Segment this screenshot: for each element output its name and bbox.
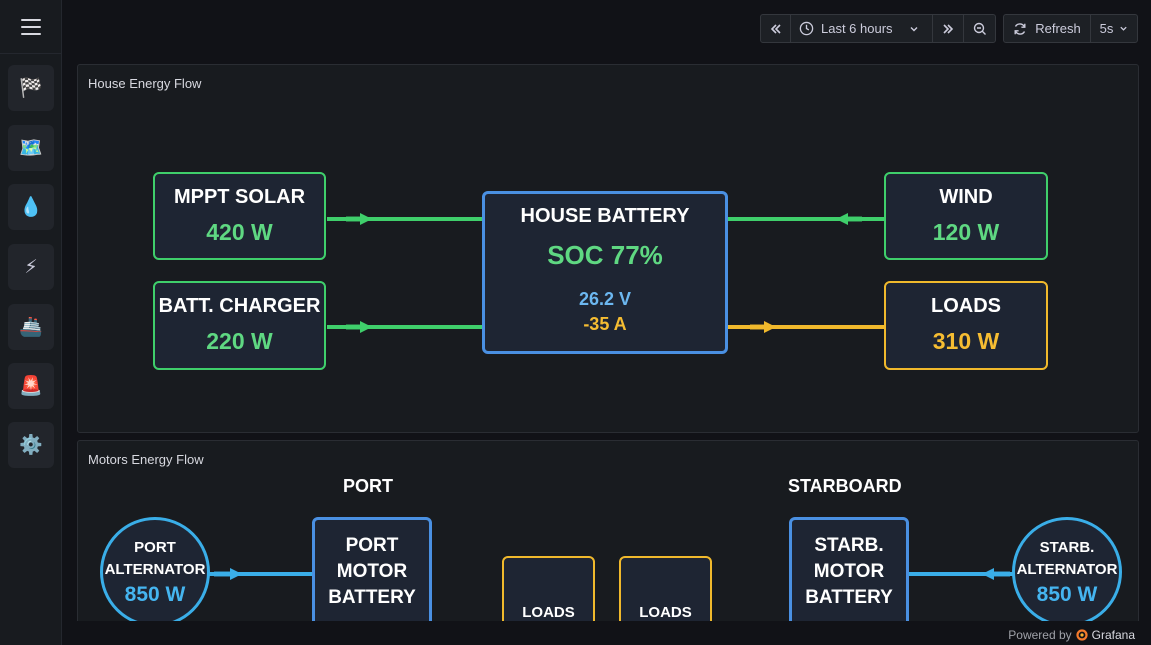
grafana-logo-icon [1076,629,1088,641]
starboard-section-label: STARBOARD [788,476,902,496]
node-label: ALTERNATOR [1016,561,1118,578]
starb-motor-battery-node: STARB. MOTOR BATTERY [789,517,909,629]
port-alternator-node: PORT ALTERNATOR 850 W [100,517,210,627]
battery-current: -35 A [583,314,627,334]
sidebar-item-race[interactable]: 🏁 [8,65,54,111]
arrow-right-icon [346,321,372,333]
refresh-label: Refresh [1035,21,1081,36]
alarm-light-icon: 🚨 [19,376,43,397]
powered-by-label: Powered by [1008,628,1072,642]
node-label: HOUSE BATTERY [520,205,690,227]
node-value: 850 W [124,583,186,606]
starb-alternator-node: STARB. ALTERNATOR 850 W [1012,517,1122,627]
time-picker-group: Last 6 hours [760,14,996,43]
starb-loads-node: LOADS [619,556,712,629]
arrow-right-icon [214,568,242,580]
wind-node: WIND 120 W [884,172,1048,260]
sidebar-item-map[interactable]: 🗺️ [8,125,54,171]
menu-toggle-button[interactable] [0,0,62,54]
battery-voltage: 26.2 V [578,289,632,309]
chevron-down-icon [1120,26,1128,31]
port-loads-node: LOADS [502,556,595,629]
time-range-label: Last 6 hours [821,21,893,36]
time-range-picker[interactable]: Last 6 hours [791,15,933,42]
app-root: 🏁 🗺️ 💧 ⚡ 🚢 🚨 ⚙️ Last 6 hours Refresh 5s [0,0,1151,645]
node-label: LOADS [931,295,1001,317]
sidebar-item-energy[interactable]: ⚡ [8,244,54,290]
node-label: WIND [939,186,993,208]
sidebar-item-settings[interactable]: ⚙️ [8,422,54,468]
grafana-brand-label: Grafana [1091,628,1135,642]
refresh-interval-label: 5s [1099,21,1114,36]
time-shift-forward-button[interactable] [933,15,964,42]
node-label: BATTERY [328,587,416,608]
node-label: MOTOR [336,561,408,582]
refresh-icon [1014,22,1026,35]
sidebar-item-boat[interactable]: 🚢 [8,304,54,350]
node-value: 120 W [932,219,1000,245]
clock-icon [799,21,814,36]
node-label: MOTOR [813,561,885,582]
double-chevron-right-icon [943,23,954,34]
node-label: ALTERNATOR [104,561,206,578]
lightning-icon: ⚡ [24,256,38,278]
batt-charger-node: BATT. CHARGER 220 W [153,281,326,370]
chevron-down-icon [910,26,918,31]
refresh-interval-picker[interactable]: 5s [1091,15,1137,42]
arrow-right-icon [346,213,372,225]
zoom-out-button[interactable] [964,15,995,42]
time-shift-back-button[interactable] [761,15,791,42]
footer-bar [62,621,1151,645]
arrow-left-icon [836,213,862,225]
node-label: PORT [134,539,176,556]
node-label: BATTERY [805,587,893,608]
powered-by-footer[interactable]: Powered by Grafana [1008,628,1135,642]
zoom-out-icon [973,22,986,35]
panel-title: House Energy Flow [88,76,202,91]
panel-title: Motors Energy Flow [88,452,204,467]
battery-soc: SOC 77% [547,240,663,270]
arrow-right-icon [750,321,776,333]
house-energy-flow-panel: House Energy Flow MPPT SOLAR 420 W BATT.… [77,64,1139,433]
port-motor-battery-node: PORT MOTOR BATTERY [312,517,432,629]
node-value: 420 W [206,219,273,245]
loads-node: LOADS 310 W [884,281,1048,370]
wind-flow-line [726,217,886,221]
ship-icon: 🚢 [19,317,43,338]
port-section-label: PORT [343,476,394,496]
node-label: STARB. [814,535,884,556]
house-battery-node: HOUSE BATTERY SOC 77% 26.2 V -35 A [482,191,728,354]
mppt-solar-node: MPPT SOLAR 420 W [153,172,326,260]
arrow-left-icon [982,568,1010,580]
refresh-button[interactable]: Refresh [1004,15,1091,42]
map-icon: 🗺️ [19,138,43,159]
sidebar-item-water[interactable]: 💧 [8,184,54,230]
hamburger-icon [21,18,41,35]
double-chevron-left-icon [770,23,781,34]
checkered-flag-icon: 🏁 [19,78,43,99]
water-drop-icon: 💧 [19,197,43,218]
sidebar: 🏁 🗺️ 💧 ⚡ 🚢 🚨 ⚙️ [0,0,62,645]
node-value: 310 W [932,328,1000,354]
motors-energy-flow-panel: Motors Energy Flow PORT STARBOARD PORT A… [77,440,1139,630]
gear-icon: ⚙️ [19,435,43,456]
node-value: 220 W [206,328,273,354]
node-label: BATT. CHARGER [158,295,321,317]
refresh-group: Refresh 5s [1003,14,1138,43]
node-label: MPPT SOLAR [173,186,306,208]
node-label: PORT [345,535,399,556]
node-label: STARB. [1039,539,1095,556]
node-value: 850 W [1036,583,1098,606]
sidebar-item-alarms[interactable]: 🚨 [8,363,54,409]
